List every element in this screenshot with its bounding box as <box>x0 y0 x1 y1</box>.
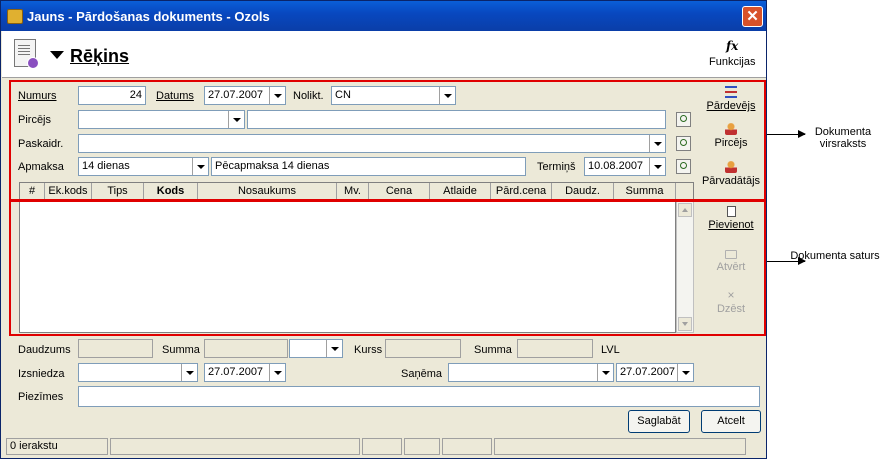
piezimes-label: Piezīmes <box>18 391 64 403</box>
sanema-dropdown-icon[interactable] <box>597 364 613 381</box>
status-panel-3 <box>362 438 402 455</box>
summa-label: Summa <box>162 344 200 356</box>
izsniedza-date-field[interactable]: 27.07.2007 <box>204 363 286 382</box>
document-header: Rēķins fx Funkcijas <box>2 31 766 78</box>
status-panel-5 <box>442 438 492 455</box>
izsniedza-date-value: 27.07.2007 <box>208 366 264 378</box>
status-panel-2 <box>110 438 360 455</box>
kurss-field <box>385 339 461 358</box>
dropdown-arrow-icon <box>50 51 64 59</box>
window-title: Jauns - Pārdošanas dokuments - Ozols <box>27 9 270 24</box>
window: Jauns - Pārdošanas dokuments - Ozols ✕ R… <box>0 0 767 459</box>
sanema-date-dropdown-icon[interactable] <box>677 364 693 381</box>
izsniedza-dropdown-icon[interactable] <box>181 364 197 381</box>
app-icon <box>7 9 23 24</box>
currency-select[interactable] <box>289 339 343 358</box>
daudzums-label: Daudzums <box>18 344 71 356</box>
summa-field <box>204 339 288 358</box>
document-type-selector[interactable]: Rēķins <box>50 46 129 67</box>
daudzums-field <box>78 339 153 358</box>
content-annotation: Dokumenta saturs <box>790 250 880 262</box>
document-type-label: Rēķins <box>70 46 130 66</box>
izsniedza-date-dropdown-icon[interactable] <box>269 364 285 381</box>
piezimes-field[interactable] <box>78 386 760 407</box>
sanema-date-field[interactable]: 27.07.2007 <box>616 363 694 382</box>
save-button[interactable]: Saglabāt <box>628 410 690 433</box>
content-highlight-box <box>9 200 766 336</box>
kurss-label: Kurss <box>354 344 383 356</box>
sanema-label: Saņēma <box>401 368 442 380</box>
title-bar[interactable]: Jauns - Pārdošanas dokuments - Ozols ✕ <box>1 1 766 31</box>
close-button[interactable]: ✕ <box>742 6 763 27</box>
status-panel-4 <box>404 438 440 455</box>
cancel-button[interactable]: Atcelt <box>701 410 761 433</box>
status-panel-6 <box>494 438 746 455</box>
currency-label: LVL <box>601 344 620 356</box>
izsniedza-label: Izsniedza <box>18 368 65 380</box>
summa2-label: Summa <box>474 344 512 356</box>
header-annotation: Dokumenta virsraksts <box>814 126 872 150</box>
sanema-select[interactable] <box>448 363 614 382</box>
header-highlight-box <box>9 80 766 201</box>
functions-button[interactable]: Funkcijas <box>709 56 755 68</box>
currency-dropdown-icon[interactable] <box>326 340 342 357</box>
status-bar: 0 ierakstu <box>2 436 766 458</box>
izsniedza-select[interactable] <box>78 363 198 382</box>
functions-icon[interactable]: fx <box>726 39 738 53</box>
record-count: 0 ierakstu <box>6 438 108 455</box>
sanema-date-value: 27.07.2007 <box>620 366 676 378</box>
summa2-field <box>517 339 593 358</box>
document-icon <box>14 39 39 69</box>
